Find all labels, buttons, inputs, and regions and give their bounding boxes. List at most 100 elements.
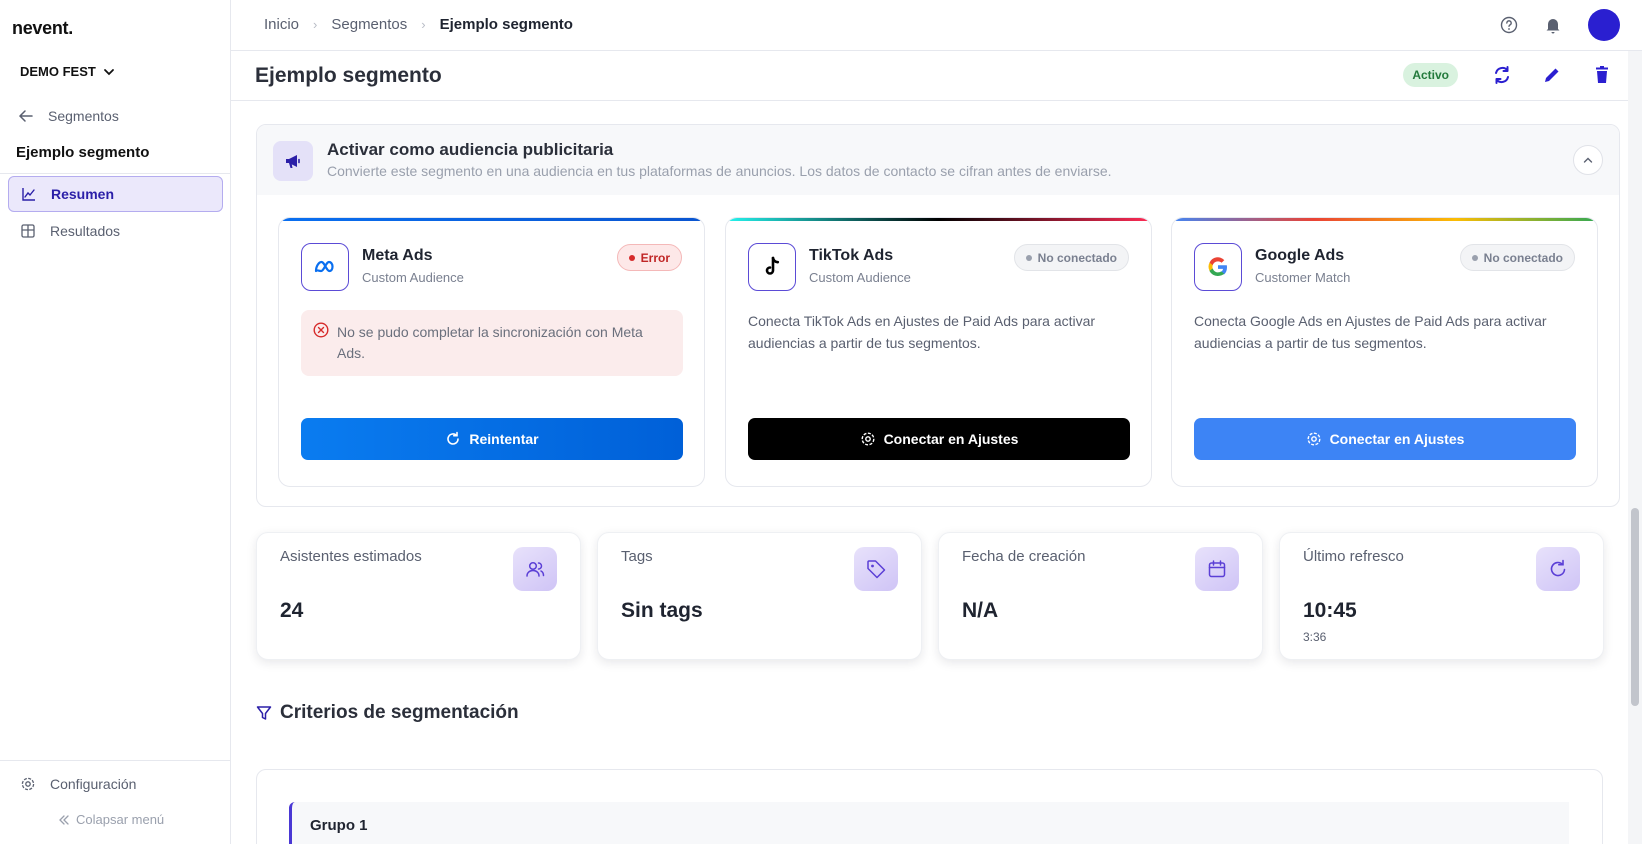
status-badge: No conectado	[1459, 244, 1575, 271]
back-label: Segmentos	[48, 108, 119, 124]
scrollbar-track[interactable]	[1628, 51, 1642, 844]
refresh-icon[interactable]	[1492, 65, 1512, 85]
tiktok-logo-icon	[748, 243, 796, 291]
trash-icon[interactable]	[1592, 65, 1612, 85]
stat-label: Último refresco	[1303, 548, 1404, 565]
page-header: Ejemplo segmento Activo	[231, 51, 1642, 101]
chevron-up-icon	[1583, 157, 1593, 163]
header-actions: Activo	[1403, 63, 1612, 87]
breadcrumb-separator: ›	[313, 17, 318, 32]
ads-panel-subtitle: Convierte este segmento en una audiencia…	[327, 163, 1112, 179]
stat-value: 10:45	[1303, 599, 1357, 622]
breadcrumb-current: Ejemplo segmento	[439, 16, 573, 33]
collapse-panel-button[interactable]	[1573, 145, 1603, 175]
breadcrumb-separator: ›	[421, 17, 426, 32]
topbar: Inicio › Segmentos › Ejemplo segmento	[231, 0, 1642, 51]
button-label: Reintentar	[469, 431, 539, 447]
logo: nevent.	[12, 18, 73, 38]
gear-icon	[861, 432, 875, 446]
sidebar-item-resultados[interactable]: Resultados	[8, 213, 223, 249]
breadcrumb-inicio[interactable]: Inicio	[264, 16, 299, 33]
button-label: Conectar en Ajustes	[883, 431, 1019, 447]
card-audience-type: Custom Audience	[362, 270, 464, 285]
config-label: Configuración	[50, 776, 137, 792]
sidebar-divider	[0, 760, 230, 761]
ads-panel-title: Activar como audiencia publicitaria	[327, 140, 614, 159]
back-to-segments[interactable]: Segmentos	[18, 108, 119, 124]
card-stripe	[279, 218, 704, 221]
stat-card-refresco: Último refresco 10:45 3:36	[1279, 532, 1604, 660]
google-logo-icon	[1194, 243, 1242, 291]
collapse-label: Colapsar menú	[76, 812, 165, 827]
error-message: No se pudo completar la sincronización c…	[301, 310, 683, 376]
card-platform-name: Google Ads	[1255, 247, 1345, 264]
sidebar-segment-title: Ejemplo segmento	[16, 144, 150, 161]
retry-button[interactable]: Reintentar	[301, 418, 683, 460]
stat-value: N/A	[962, 599, 999, 622]
chevrons-left-icon	[59, 814, 69, 825]
stat-card-tags: Tags Sin tags	[597, 532, 922, 660]
sidebar: nevent. DEMO FEST Segmentos Ejemplo segm…	[0, 0, 231, 844]
sidebar-item-resumen[interactable]: Resumen	[8, 176, 223, 212]
stat-value: Sin tags	[621, 599, 703, 622]
stat-value: 24	[280, 599, 304, 622]
criteria-panel: Grupo 1	[256, 769, 1603, 844]
status-dot	[1471, 254, 1478, 261]
sidebar-item-label: Resumen	[51, 186, 115, 202]
card-stripe	[1172, 218, 1597, 221]
collapse-menu-button[interactable]: Colapsar menú	[58, 812, 164, 827]
status-label: No conectado	[1037, 250, 1117, 265]
stat-label: Asistentes estimados	[280, 548, 422, 565]
criteria-group: Grupo 1	[289, 802, 1569, 844]
card-audience-type: Customer Match	[1255, 270, 1351, 285]
connect-settings-button[interactable]: Conectar en Ajustes	[748, 418, 1130, 460]
ads-audience-panel: Activar como audiencia publicitaria Conv…	[256, 124, 1620, 507]
help-icon[interactable]	[1500, 16, 1518, 34]
status-badge: Activo	[1403, 63, 1458, 87]
card-stripe	[726, 218, 1151, 221]
status-dot	[1025, 254, 1032, 261]
card-audience-type: Custom Audience	[809, 270, 911, 285]
error-circle-icon	[313, 322, 329, 338]
status-label: No conectado	[1483, 250, 1563, 265]
status-dot	[628, 254, 635, 261]
arrow-left-icon	[18, 110, 33, 122]
status-badge: Error	[616, 244, 682, 271]
group-title: Grupo 1	[310, 817, 368, 834]
button-label: Conectar en Ajustes	[1329, 431, 1465, 447]
card-platform-name: Meta Ads	[362, 247, 433, 264]
org-selector[interactable]: DEMO FEST	[20, 64, 116, 79]
megaphone-icon	[273, 141, 313, 181]
refresh-icon	[1536, 547, 1580, 591]
status-label: Error	[640, 250, 670, 265]
page-title: Ejemplo segmento	[255, 64, 442, 87]
filter-icon	[256, 706, 272, 720]
error-text: No se pudo completar la sincronización c…	[337, 324, 643, 361]
meta-logo-icon	[301, 243, 349, 291]
stat-card-asistentes: Asistentes estimados 24	[256, 532, 581, 660]
edit-icon[interactable]	[1542, 65, 1562, 85]
card-description: Conecta TikTok Ads en Ajustes de Paid Ad…	[748, 313, 1096, 351]
breadcrumb-segmentos[interactable]: Segmentos	[331, 16, 407, 33]
scrollbar-thumb[interactable]	[1631, 508, 1639, 706]
bell-icon[interactable]	[1544, 16, 1562, 34]
stat-subvalue: 3:36	[1303, 630, 1327, 644]
retry-icon	[447, 431, 460, 445]
chevron-down-icon	[103, 68, 114, 75]
tiktok-ads-card: TikTok Ads Custom Audience No conectado …	[725, 217, 1152, 487]
org-name: DEMO FEST	[20, 64, 96, 79]
avatar[interactable]	[1588, 9, 1620, 41]
status-badge: No conectado	[1013, 244, 1129, 271]
sidebar-config[interactable]: Configuración	[20, 776, 136, 792]
criteria-title: Criterios de segmentación	[256, 702, 519, 724]
card-platform-name: TikTok Ads	[809, 247, 894, 264]
sidebar-divider	[0, 173, 230, 174]
topbar-actions	[1500, 9, 1620, 41]
google-ads-card: Google Ads Customer Match No conectado C…	[1171, 217, 1598, 487]
connect-settings-button[interactable]: Conectar en Ajustes	[1194, 418, 1576, 460]
tag-icon	[854, 547, 898, 591]
ads-panel-header[interactable]: Activar como audiencia publicitaria Conv…	[257, 125, 1619, 195]
sidebar-item-label: Resultados	[50, 223, 121, 239]
chart-line-icon	[22, 188, 35, 201]
calendar-icon	[1195, 547, 1239, 591]
